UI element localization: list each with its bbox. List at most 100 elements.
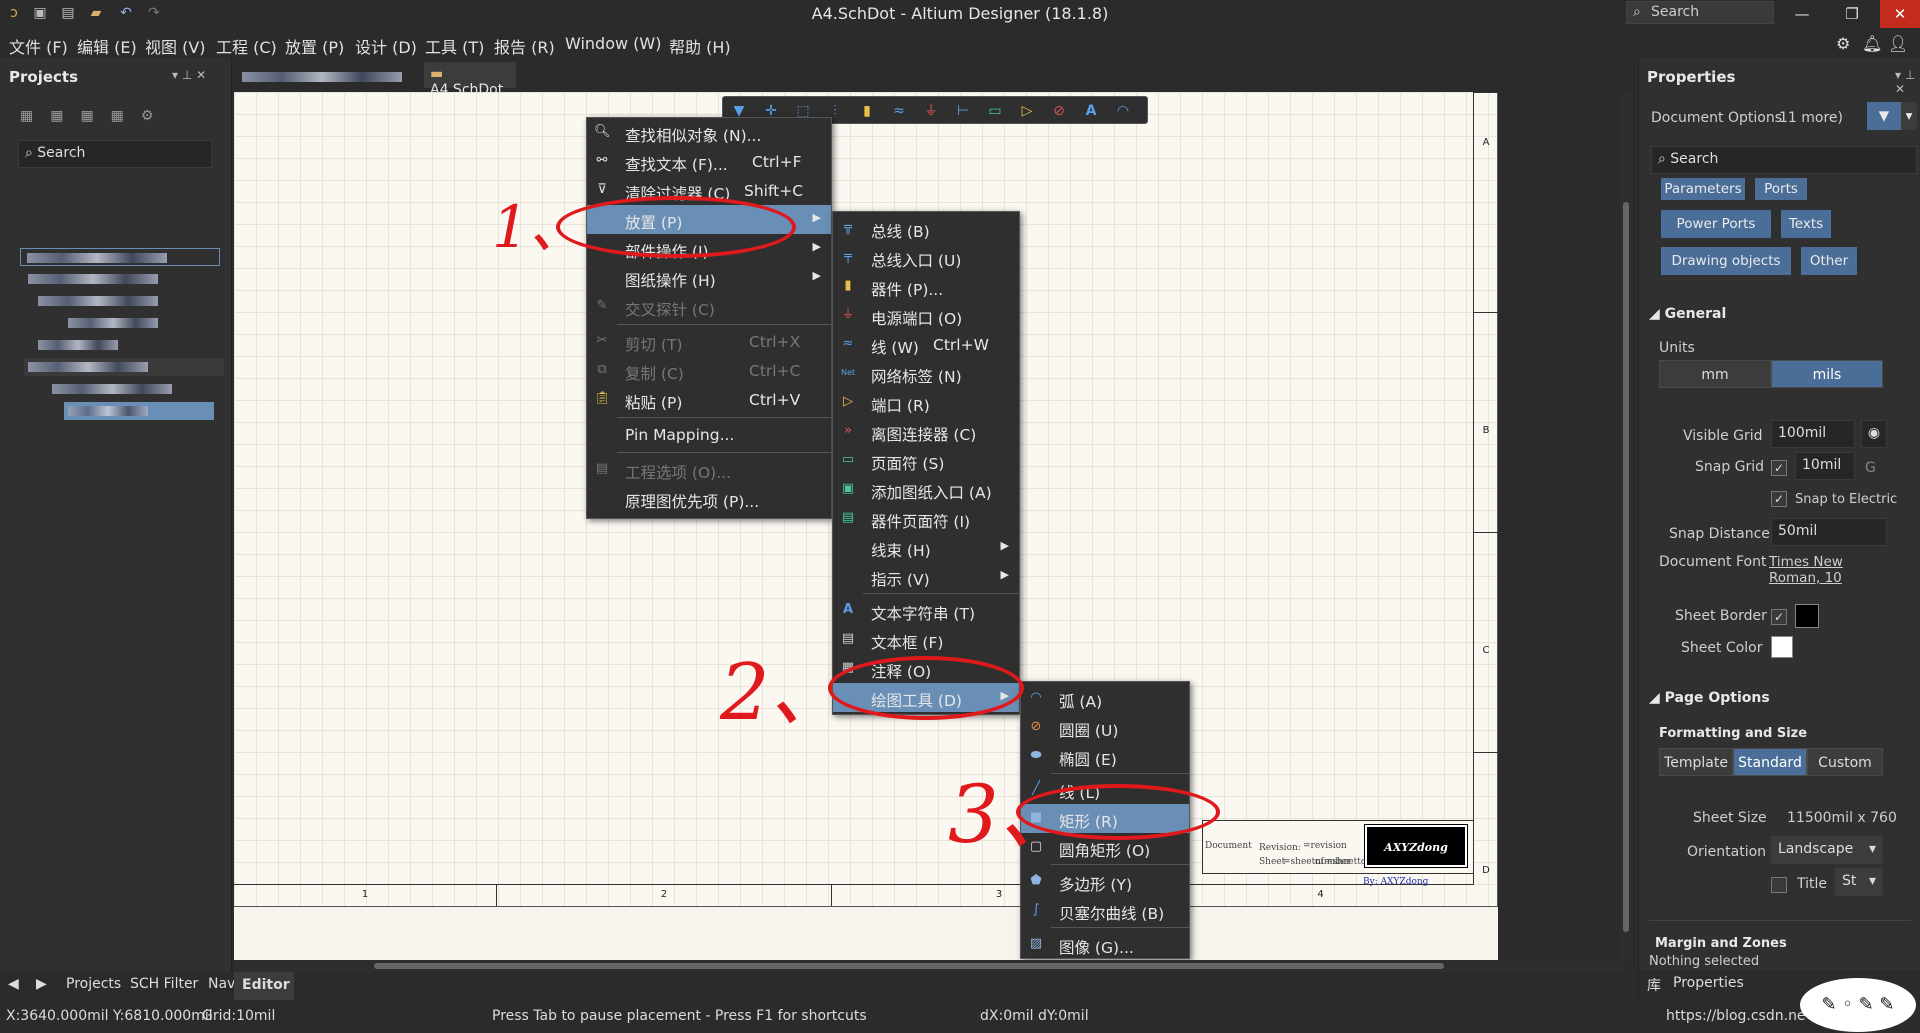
tree-item[interactable] <box>24 270 214 288</box>
tab-projects[interactable]: Projects <box>66 976 121 992</box>
tree-item[interactable] <box>34 336 214 354</box>
tab-nav[interactable]: Nav <box>208 976 235 992</box>
menu-item-part[interactable]: ▮ 器件 (P)... <box>833 272 1019 301</box>
sheet-color-swatch[interactable] <box>1771 636 1793 658</box>
unit-mils-button[interactable]: mils <box>1771 360 1883 388</box>
menu-item-find-text[interactable]: ⚯ 查找文本 (F)... Ctrl+F <box>587 147 831 176</box>
menu-window[interactable]: Window (W) <box>565 34 661 53</box>
menu-item-project-options[interactable]: ▤ 工程选项 (O)... <box>587 455 831 484</box>
menu-item-bus-entry[interactable]: ╤ 总线入口 (U) <box>833 243 1019 272</box>
text-icon[interactable]: A <box>1081 101 1101 121</box>
menu-item-bezier[interactable]: ∫ 贝塞尔曲线 (B) <box>1021 896 1189 925</box>
part-icon[interactable]: ▮ <box>857 101 877 121</box>
menu-item-cross-probe[interactable]: ✎ 交叉探针 (C) <box>587 292 831 321</box>
menu-item-text-string[interactable]: A 文本字符串 (T) <box>833 596 1019 625</box>
snap-electric-checkbox[interactable]: ✓ <box>1771 491 1787 507</box>
tree-item-selected[interactable] <box>64 402 214 420</box>
horizontal-scrollbar[interactable] <box>234 960 1624 972</box>
menu-design[interactable]: 设计 (D) <box>355 34 417 58</box>
menu-item-cut[interactable]: ✂ 剪切 (T) Ctrl+X <box>587 327 831 356</box>
menu-item-device-sheet[interactable]: ▤ 器件页面符 (I) <box>833 504 1019 533</box>
wire-icon[interactable]: ≈ <box>889 101 909 121</box>
filter-other-button[interactable]: Other <box>1801 247 1857 275</box>
notifications-icon[interactable]: 🔔︎ <box>1862 34 1882 53</box>
harness-icon[interactable]: ⊢ <box>953 101 973 121</box>
sheet-symbol-icon[interactable]: ▭ <box>985 101 1005 121</box>
menu-item-polygon[interactable]: ⬟ 多边形 (Y) <box>1021 867 1189 896</box>
title-select[interactable]: St ▾ <box>1835 868 1883 896</box>
tab-scroll-left-icon[interactable]: ◀ <box>8 976 19 992</box>
menu-place[interactable]: 放置 (P) <box>285 34 344 58</box>
menu-file[interactable]: 文件 (F) <box>9 34 68 58</box>
tree-item[interactable] <box>64 314 214 332</box>
close-button[interactable]: ✕ <box>1880 0 1920 28</box>
menu-item-net-label[interactable]: Net 网络标签 (N) <box>833 359 1019 388</box>
snap-grid-checkbox[interactable]: ✓ <box>1771 460 1787 476</box>
menu-edit[interactable]: 编辑 (E) <box>77 34 137 58</box>
settings-icon[interactable]: ⚙ <box>1836 34 1850 53</box>
tab-editor[interactable]: Editor <box>234 972 294 1000</box>
section-general[interactable]: ◢ General <box>1649 306 1726 322</box>
page-tab-custom[interactable]: Custom <box>1807 748 1883 776</box>
filter-texts-button[interactable]: Texts <box>1781 210 1831 238</box>
project-tree[interactable] <box>14 244 224 424</box>
menu-item-text-frame[interactable]: ▤ 文本框 (F) <box>833 625 1019 654</box>
scroll-thumb[interactable] <box>1623 202 1629 932</box>
tab-library-icon[interactable]: 库 <box>1647 975 1661 995</box>
section-page-options[interactable]: ◢ Page Options <box>1649 690 1770 706</box>
tab-blurred[interactable] <box>242 66 402 84</box>
menu-help[interactable]: 帮助 (H) <box>669 34 731 58</box>
menu-view[interactable]: 视图 (V) <box>145 34 206 58</box>
scroll-thumb[interactable] <box>374 963 1444 969</box>
projects-search-input[interactable]: ⌕ Search <box>18 140 212 168</box>
page-tab-template[interactable]: Template <box>1659 748 1733 776</box>
arc-icon[interactable]: ◠ <box>1113 101 1133 121</box>
menu-reports[interactable]: 报告 (R) <box>494 34 555 58</box>
menu-item-arc[interactable]: ◠ 弧 (A) <box>1021 684 1189 713</box>
menu-item-pin-mapping[interactable]: Pin Mapping... <box>587 420 831 449</box>
sheet-border-checkbox[interactable]: ✓ <box>1771 609 1787 625</box>
vertical-scrollbar[interactable] <box>1620 92 1632 960</box>
panel-menu-icon[interactable]: ▾ ⊥ ✕ <box>172 68 206 82</box>
port-icon[interactable]: ▷ <box>1017 101 1037 121</box>
orientation-select[interactable]: Landscape ▾ <box>1771 836 1883 864</box>
menu-item-harness[interactable]: 线束 (H) ▶ <box>833 533 1019 562</box>
tree-item[interactable] <box>48 380 214 398</box>
panel-menu-icon[interactable]: ▾ ⊥ ✕ <box>1895 68 1920 96</box>
menu-item-directives[interactable]: 指示 (V) ▶ <box>833 562 1019 591</box>
snap-grid-input[interactable]: 10mil <box>1795 452 1855 480</box>
filter-dropdown[interactable]: ▾ <box>1901 102 1917 130</box>
sheet-border-color-swatch[interactable] <box>1795 604 1819 628</box>
menu-item-bus[interactable]: ╦ 总线 (B) <box>833 214 1019 243</box>
project-toolbar-icons[interactable]: ▦▦▦▦⚙ <box>20 108 170 124</box>
menu-item-image[interactable]: ▨ 图像 (G)... <box>1021 930 1189 959</box>
menu-item-sch-preferences[interactable]: 原理图优先项 (P)... <box>587 484 831 513</box>
menu-item-sheet-symbol[interactable]: ▭ 页面符 (S) <box>833 446 1019 475</box>
menu-item-off-sheet-connector[interactable]: » 离图连接器 (C) <box>833 417 1019 446</box>
document-font-link[interactable]: Times New Roman, 10 <box>1769 554 1897 586</box>
title-checkbox[interactable] <box>1771 877 1787 893</box>
tab-properties[interactable]: Properties <box>1673 975 1744 991</box>
menu-item-paste[interactable]: 📋︎ 粘贴 (P) Ctrl+V <box>587 385 831 414</box>
filter-ports-button[interactable]: Ports <box>1755 178 1807 200</box>
filter-button[interactable]: ▼ <box>1867 102 1901 130</box>
tree-item[interactable] <box>24 358 224 376</box>
tree-item[interactable] <box>34 292 214 310</box>
menu-item-circle[interactable]: ⊘ 圆圈 (U) <box>1021 713 1189 742</box>
unit-mm-button[interactable]: mm <box>1659 360 1771 388</box>
snap-distance-input[interactable]: 50mil <box>1771 518 1887 546</box>
page-tab-standard[interactable]: Standard <box>1733 748 1807 776</box>
minimize-button[interactable]: — <box>1782 0 1822 28</box>
eye-icon[interactable]: ◉ <box>1861 420 1887 448</box>
tab-scroll-right-icon[interactable]: ▶ <box>36 976 47 992</box>
filter-drawing-objects-button[interactable]: Drawing objects <box>1661 247 1791 275</box>
menu-item-power-port[interactable]: ⏚ 电源端口 (O) <box>833 301 1019 330</box>
directive-icon[interactable]: ⊘ <box>1049 101 1069 121</box>
menu-item-copy[interactable]: ⧉ 复制 (C) Ctrl+C <box>587 356 831 385</box>
visible-grid-input[interactable]: 100mil <box>1771 420 1855 448</box>
filter-parameters-button[interactable]: Parameters <box>1661 178 1745 200</box>
global-search-input[interactable]: ⌕ Search <box>1626 1 1774 24</box>
menu-tools[interactable]: 工具 (T) <box>425 34 484 58</box>
tree-item[interactable] <box>20 248 220 266</box>
menu-project[interactable]: 工程 (C) <box>216 34 277 58</box>
